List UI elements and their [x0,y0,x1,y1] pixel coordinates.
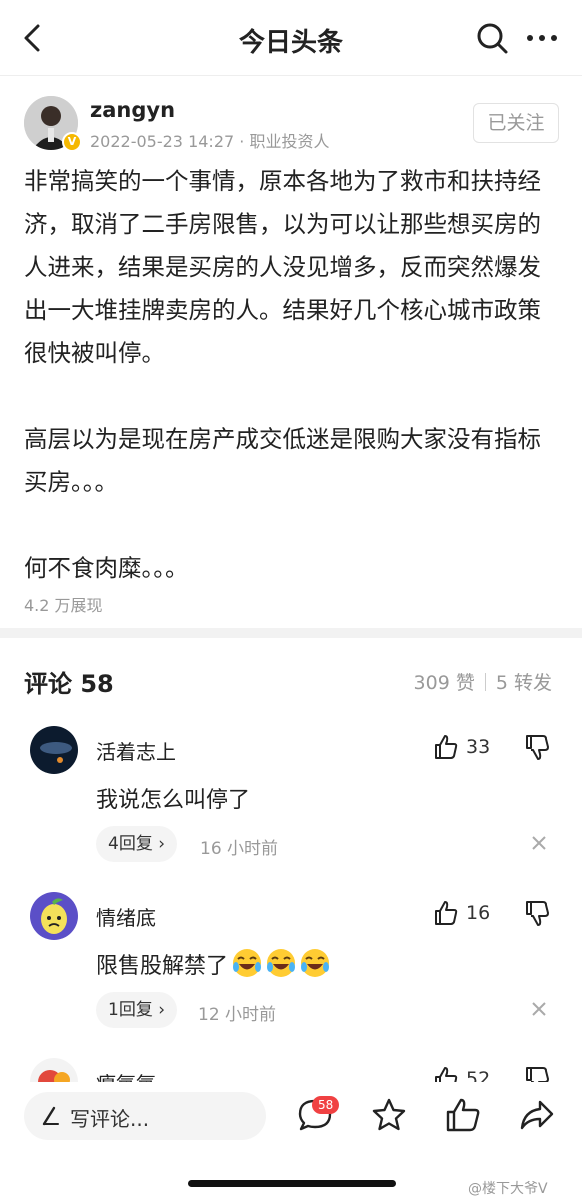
shares-count[interactable]: 5 转发 [496,672,552,694]
more-options-icon[interactable] [524,22,560,54]
comment-like-button[interactable]: 16 [434,898,490,928]
author-name[interactable]: zangyn [90,98,175,122]
star-favorite-icon[interactable] [370,1096,408,1134]
comment-time: 16 小时前 [200,839,279,859]
view-replies-button[interactable]: 1回复 › [96,992,178,1028]
close-icon[interactable] [530,834,548,852]
comment-like-count: 16 [466,902,491,924]
laughing-tears-emoji-icon [233,949,262,977]
commenter-name[interactable]: 情绪底 [96,902,156,931]
view-replies-button[interactable]: 4回复 › [96,826,178,862]
share-arrow-icon[interactable] [518,1096,556,1134]
post-stats: 309 赞 5 转发 [414,668,552,695]
commenter-avatar[interactable] [30,726,78,774]
comment-item: 活着志上 33 我说怎么叫停了 4回复 › 16 小时前 [0,726,582,886]
comment-item: 情绪底 16 限售股解禁了 1回复 › 12 小时前 [0,892,582,1052]
close-icon[interactable] [530,1000,548,1018]
comments-title: 评论 58 [24,670,114,698]
thumbs-up-icon [435,735,458,759]
bottom-action-bar: 写评论... 58 @楼下大爷V [0,1082,582,1200]
post-meta: 2022-05-23 14:27 · 职业投资人 [90,132,330,151]
comment-text: 我说怎么叫停了 [96,788,251,813]
comment-like-button[interactable]: 33 [434,732,490,762]
comment-text-body: 限售股解禁了 [96,954,229,979]
comment-time: 12 小时前 [198,1005,277,1025]
thumbs-up-like-icon[interactable] [444,1096,482,1134]
post-paragraph: 非常搞笑的一个事情，原本各地为了救市和扶持经济，取消了二手房限售，以为可以让那些… [24,167,541,367]
pen-icon [42,1106,59,1126]
likes-count[interactable]: 309 赞 [414,672,475,694]
top-nav-bar: 今日头条 [0,0,582,76]
thumbs-down-icon[interactable] [524,898,550,928]
commenter-name[interactable]: 活着志上 [96,736,176,765]
follow-button[interactable]: 已关注 [473,103,559,143]
thumbs-up-icon [435,901,458,925]
commenter-avatar[interactable] [30,892,78,940]
post-paragraph: 高层以为是现在房产成交低迷是限购大家没有指标买房。。。 [24,425,541,496]
comment-like-count: 33 [466,736,491,758]
author-row: V zangyn 2022-05-23 14:27 · 职业投资人 已关注 [0,90,582,156]
watermark: @楼下大爷V [468,1181,548,1197]
write-comment-input[interactable]: 写评论... [24,1092,266,1140]
search-icon[interactable] [474,20,510,56]
laughing-tears-emoji-icon [267,949,296,977]
section-divider [0,628,582,638]
home-indicator [188,1180,396,1187]
view-count: 4.2 万展现 [24,596,103,615]
comment-text: 限售股解禁了 [96,948,330,980]
comment-count-badge: 58 [312,1096,340,1114]
post-content: 非常搞笑的一个事情，原本各地为了救市和扶持经济，取消了二手房限售，以为可以让那些… [24,160,560,590]
laughing-tears-emoji-icon [301,949,330,977]
comment-placeholder: 写评论... [70,1107,150,1131]
comments-header: 评论 58 309 赞 5 转发 [0,652,582,704]
thumbs-down-icon[interactable] [524,732,550,762]
post-paragraph: 何不食肉糜。。。 [24,554,189,582]
verified-badge-icon: V [62,132,82,152]
